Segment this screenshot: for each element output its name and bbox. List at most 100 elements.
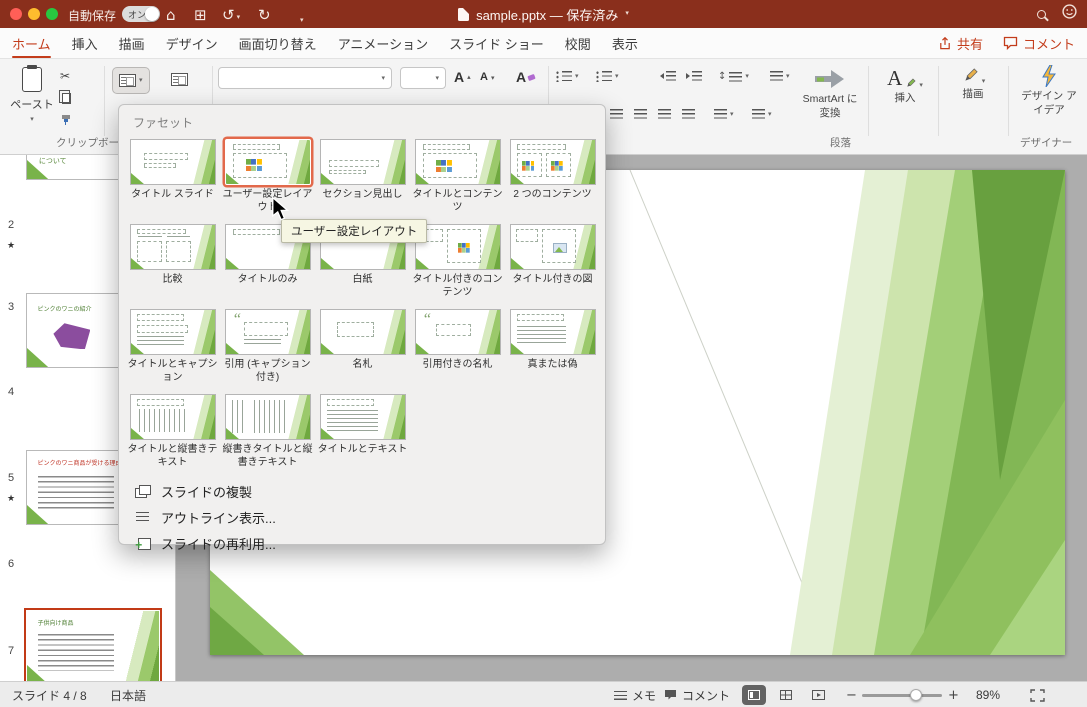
tab-animations[interactable]: アニメーション (338, 28, 428, 58)
undo-button[interactable]: ↺ ▾ (222, 5, 240, 23)
chevron-down-icon: ▾ (615, 73, 619, 80)
layout-item-name-card[interactable]: 名札 (315, 306, 410, 384)
paste-button[interactable]: ペースト ▾ (8, 65, 56, 123)
tab-home[interactable]: ホーム (12, 28, 51, 58)
clear-formatting-button[interactable]: A (516, 70, 536, 84)
align-center-button[interactable] (634, 109, 647, 119)
align-left-button[interactable] (610, 109, 623, 119)
copy-icon (59, 89, 71, 104)
zoom-level[interactable]: 89% (976, 682, 1000, 707)
comments-button[interactable]: コメント (1003, 34, 1075, 53)
numbering-button[interactable]: ▾ (596, 71, 619, 82)
layout-item-custom[interactable]: ユーザー設定レイアウト (220, 136, 315, 214)
layout-item-vertical-title-text[interactable]: 縦書きタイトルと縦書きテキスト (220, 391, 315, 469)
layout-item-title-caption[interactable]: タイトルとキャプション (125, 306, 220, 384)
layout-item-section-header[interactable]: セクション見出し (315, 136, 410, 214)
convert-to-smartart-button[interactable]: SmartArt に変換 (798, 67, 862, 120)
tab-review[interactable]: 校閲 (565, 28, 591, 58)
font-size-select[interactable]: ▾ (400, 67, 446, 89)
tab-draw[interactable]: 描画 (119, 28, 145, 58)
chevron-down-icon: ▾ (786, 72, 790, 80)
numbered-list-icon (596, 71, 612, 82)
layout-item-picture-with-caption[interactable]: タイトル付きの図 (505, 221, 600, 299)
document-icon (458, 7, 470, 21)
reset-slide-icon (171, 73, 188, 86)
bullets-button[interactable]: ▾ (556, 71, 579, 82)
slide-layout-button[interactable]: ▾ (112, 67, 150, 94)
layout-item-quote-caption[interactable]: “ 引用 (キャプション付き) (220, 306, 315, 384)
layout-thumbnail (224, 394, 311, 440)
slide-thumbnail-4[interactable]: 子供向け商品 (26, 610, 160, 681)
language-indicator[interactable]: 日本語 (110, 682, 146, 707)
layout-item-true-false[interactable]: 真または偽 (505, 306, 600, 384)
close-button[interactable] (10, 8, 22, 20)
layout-item-two-content[interactable]: 2 つのコンテンツ (505, 136, 600, 214)
reset-slide-button[interactable] (166, 67, 193, 92)
zoom-in-button[interactable]: + (948, 682, 959, 707)
search-icon (1037, 9, 1046, 19)
format-painter-button[interactable] (60, 113, 72, 127)
increase-font-button[interactable]: A ▴ (454, 70, 471, 84)
layout-item-quote-name-card[interactable]: “ 引用付きの名札 (410, 306, 505, 384)
align-text-button[interactable]: ▾ (752, 109, 772, 119)
tab-transitions[interactable]: 画面切り替え (239, 28, 317, 58)
font-name-select[interactable]: ▾ (218, 67, 392, 89)
tab-design[interactable]: デザイン (166, 28, 218, 58)
distribute-text-button[interactable]: ▾ (770, 71, 790, 81)
cut-button[interactable]: ✂ (60, 69, 72, 83)
increase-indent-button[interactable] (686, 71, 702, 81)
slide-sorter-button[interactable] (774, 685, 798, 705)
slide-number: 7 (8, 645, 15, 657)
status-comments-label: コメント (682, 688, 731, 703)
draw-button[interactable]: ▾ 描画 (948, 67, 998, 102)
tab-slideshow[interactable]: スライド ショー (449, 28, 544, 58)
insert-text-button[interactable]: A ▾ 挿入 (880, 68, 930, 106)
zoom-slider[interactable] (862, 682, 942, 707)
paste-label: ペースト (10, 99, 54, 111)
duplicate-slide-item[interactable]: スライドの複製 (125, 478, 599, 504)
decrease-indent-button[interactable] (660, 71, 676, 81)
copy-button[interactable] (59, 89, 72, 105)
notes-button[interactable]: メモ (614, 682, 656, 707)
normal-view-button[interactable] (742, 685, 766, 705)
status-comments-button[interactable]: コメント (664, 682, 730, 707)
chevron-down-icon: ▾ (919, 82, 923, 89)
align-right-button[interactable] (658, 109, 671, 119)
thumb-body-lines (37, 634, 115, 671)
zoom-slider-knob[interactable] (910, 689, 922, 701)
home-button[interactable]: ⌂ (166, 5, 176, 23)
justify-button[interactable] (682, 109, 695, 119)
account-button[interactable] (1062, 4, 1077, 24)
text-direction-button[interactable]: ▾ (714, 109, 734, 119)
layout-item-title-vertical-text[interactable]: タイトルと縦書きテキスト (125, 391, 220, 469)
fullscreen-button[interactable] (46, 8, 58, 20)
tab-insert[interactable]: 挿入 (72, 28, 98, 58)
share-button[interactable]: 共有 (938, 34, 983, 53)
fit-to-window-button[interactable] (1030, 682, 1045, 707)
chevron-down-icon: ▾ (625, 10, 629, 18)
tab-view[interactable]: 表示 (612, 28, 638, 58)
theme-name-label: ファセット (133, 116, 194, 130)
search-button[interactable] (1037, 9, 1046, 19)
autosave-toggle[interactable]: オン (122, 6, 160, 22)
lightning-icon (1042, 65, 1056, 87)
account-smiley-icon (1062, 4, 1077, 19)
redo-button[interactable]: ↻ (258, 5, 271, 23)
minimize-button[interactable] (28, 8, 40, 20)
layout-item-comparison[interactable]: 比較 (125, 221, 220, 299)
zoom-out-button[interactable]: − (846, 682, 857, 707)
layout-item-title-text[interactable]: タイトルとテキスト (315, 391, 410, 469)
reuse-slides-item[interactable]: スライドの再利用... (125, 530, 599, 556)
layout-label: タイトル付きのコンテンツ (412, 274, 503, 298)
layout-item-title-content[interactable]: タイトルとコンテンツ (410, 136, 505, 214)
line-spacing-button[interactable]: ↕ ▾ (718, 71, 749, 82)
format-painter-icon (62, 115, 70, 125)
decrease-font-button[interactable]: A ▾ (480, 72, 494, 83)
design-ideas-button[interactable]: デザイン アイデア (1018, 65, 1080, 117)
slideshow-button[interactable] (806, 685, 830, 705)
outline-view-item[interactable]: アウトライン表示... (125, 504, 599, 530)
toolbar-customize-button[interactable]: ▾ (300, 8, 304, 26)
layout-item-title-slide[interactable]: タイトル スライド (125, 136, 220, 214)
quick-grid-button[interactable]: ⊞ (194, 5, 207, 23)
layout-label: タイトルとテキスト (317, 444, 408, 455)
